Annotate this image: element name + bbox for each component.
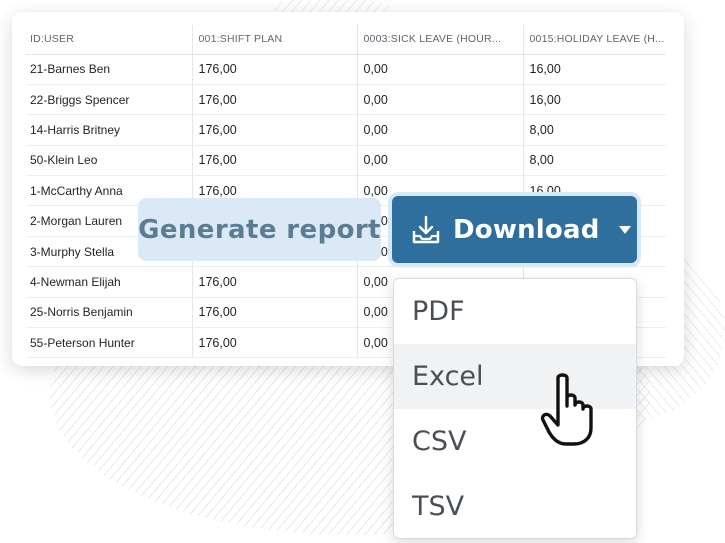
table-row[interactable]: 22-Briggs Spencer 176,00 0,00 16,00: [26, 84, 666, 116]
column-header-shift-plan[interactable]: 001:SHIFT PLAN: [191, 25, 357, 55]
generate-report-button[interactable]: Generate report: [138, 198, 381, 261]
cell-shift-plan: 176,00: [191, 84, 357, 116]
menu-item-label: CSV: [412, 426, 467, 457]
cell-user: 55-Peterson Hunter: [26, 327, 192, 359]
cell-user: 50-Klein Leo: [26, 145, 192, 177]
download-label: Download: [453, 214, 600, 245]
table-row[interactable]: 21-Barnes Ben 176,00 0,00 16,00: [26, 54, 666, 85]
menu-item-label: TSV: [412, 491, 465, 522]
table-header-row: ID:USER 001:SHIFT PLAN 0003:SICK LEAVE (…: [26, 25, 666, 55]
caret-down-icon[interactable]: [618, 225, 632, 235]
menu-item-label: PDF: [412, 296, 465, 327]
cell-holiday-leave: 8,00: [522, 145, 666, 177]
cell-holiday-leave: 16,00: [522, 54, 666, 85]
cell-sick-leave: 0,00: [356, 145, 523, 177]
menu-item-tsv[interactable]: TSV: [394, 474, 636, 538]
cell-holiday-leave: 8,00: [522, 114, 666, 146]
menu-item-label: Excel: [412, 361, 484, 392]
table-row[interactable]: 50-Klein Leo 176,00 0,00 8,00: [26, 145, 666, 177]
cell-sick-leave: 0,00: [356, 114, 523, 146]
column-header-sick-leave[interactable]: 0003:SICK LEAVE (HOUR...: [356, 25, 523, 55]
download-tray-icon: [412, 215, 440, 243]
cell-shift-plan: 176,00: [191, 297, 357, 329]
generate-report-label: Generate report: [138, 214, 381, 245]
cell-user: 4-Newman Elijah: [26, 266, 192, 298]
download-button[interactable]: Download: [392, 196, 637, 263]
menu-item-pdf[interactable]: PDF: [394, 279, 636, 344]
cell-user: 25-Norris Benjamin: [26, 297, 192, 329]
cell-holiday-leave: 16,00: [522, 84, 666, 116]
column-header-holiday-leave[interactable]: 0015:HOLIDAY LEAVE (H...: [522, 25, 666, 55]
table-row[interactable]: 14-Harris Britney 176,00 0,00 8,00: [26, 114, 666, 146]
cell-shift-plan: 176,00: [191, 266, 357, 298]
cell-shift-plan: 176,00: [191, 145, 357, 177]
cell-user: 22-Briggs Spencer: [26, 84, 192, 116]
cell-sick-leave: 0,00: [356, 84, 523, 116]
hand-pointer-cursor-icon: [540, 373, 593, 446]
cell-shift-plan: 176,00: [191, 327, 357, 359]
cell-user: 21-Barnes Ben: [26, 54, 192, 85]
cell-shift-plan: 176,00: [191, 54, 357, 85]
column-header-user[interactable]: ID:USER: [26, 25, 192, 55]
cell-shift-plan: 176,00: [191, 114, 357, 146]
cell-sick-leave: 0,00: [356, 54, 523, 85]
cell-user: 14-Harris Britney: [26, 114, 192, 146]
